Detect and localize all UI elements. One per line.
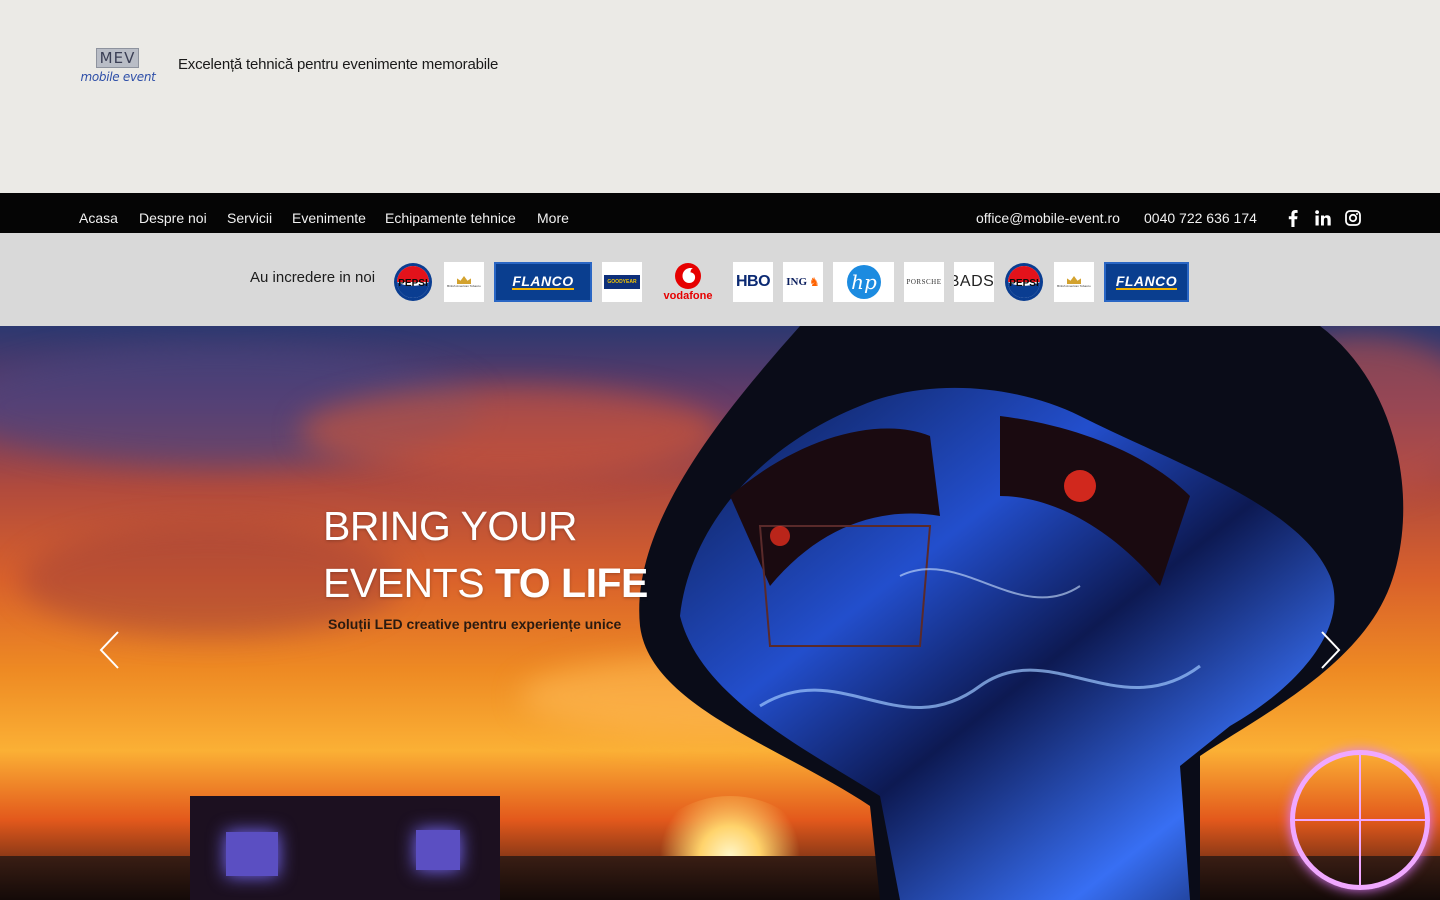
mev-logo[interactable]: MEV mobile event [80,48,156,88]
contact-email[interactable]: office@mobile-event.ro [976,210,1120,226]
porsche-logo: PORSCHE [904,262,944,302]
hbo-logo-text: HBO [735,273,771,290]
ing-lion-icon: ♞ [809,275,820,289]
nav-item-evenimente[interactable]: Evenimente [292,210,366,226]
facebook-icon[interactable] [1284,209,1302,227]
hp-logo: hp [833,262,894,302]
site-tagline: Excelență tehnică pentru evenimente memo… [178,56,499,73]
hero-heading-line2b: TO LIFE [494,560,648,606]
ing-logo-text: ING [786,276,807,288]
vodafone-logo-text: vodafone [663,290,713,302]
ing-logo: ING ♞ [783,262,823,302]
nav-item-servicii[interactable]: Servicii [227,210,272,226]
goodyear-logo: GOODYEAR [602,262,642,302]
chevron-right-icon [1321,631,1341,669]
slideshow-next-arrow[interactable] [1318,630,1342,670]
pepsi-logo: PEPSI [393,262,433,302]
flanco-logo-text: FLANCO [512,273,574,290]
clients-label: Au incredere in noi [250,269,376,286]
pepsi-logo-2-text: PEPSI [1009,278,1039,289]
nav-item-more[interactable]: More [537,210,569,226]
pepsi-logo-2: PEPSI [1004,262,1044,302]
bat-crown-icon [1067,276,1081,284]
contact-phone[interactable]: 0040 722 636 174 [1144,210,1257,226]
led-sculpture [639,326,1404,900]
hero-subtitle: Soluții LED creative pentru experiențe u… [328,616,622,632]
bat-logo: British American Tobacco [444,262,484,302]
vodafone-logo: vodafone [656,262,720,302]
clients-strip: Au incredere in noi PEPSI British Americ… [0,233,1440,326]
hp-logo-text: hp [851,270,877,294]
site-header: MEV mobile event Excelență tehnică pentr… [0,0,1440,193]
hero-heading-line1: BRING YOUR [323,503,577,549]
nav-item-echipamente-tehnice[interactable]: Echipamente tehnice [385,210,516,226]
vodafone-speechmark-icon [675,263,701,289]
bat-logo-text: British American Tobacco [447,284,481,288]
nav-item-acasa[interactable]: Acasa [79,210,118,226]
slideshow-prev-arrow[interactable] [98,630,122,670]
flanco-logo-2-text: FLANCO [1115,273,1178,290]
hero-slideshow: BRING YOUR EVENTS TO LIFE Soluții LED cr… [0,326,1440,900]
chevron-left-icon [99,631,119,669]
logo-subtitle: mobile event [80,70,156,84]
bat-crown-icon [457,276,471,284]
hbo-logo: HBO [733,262,773,302]
hero-heading: BRING YOUR EVENTS TO LIFE [323,498,648,612]
hero-heading-line2a: EVENTS [323,560,495,606]
linkedin-icon[interactable] [1314,209,1332,227]
nav-item-despre-noi[interactable]: Despre noi [139,210,207,226]
flanco-logo: FLANCO [494,262,592,302]
logo-mark: MEV [99,49,136,67]
instagram-icon[interactable] [1344,209,1362,227]
goodyear-logo-text: GOODYEAR [604,275,640,289]
main-navigation: Acasa Despre noi Servicii Evenimente Ech… [0,193,1440,233]
badsi-logo-text: BADSI [954,273,994,290]
flanco-logo-2: FLANCO [1104,262,1189,302]
porsche-logo-text: PORSCHE [906,278,942,286]
pepsi-logo-text: PEPSI [398,278,428,289]
bat-logo-2-text: British American Tobacco [1057,284,1091,288]
badsi-logo: BADSI [954,262,994,302]
bat-logo-2: British American Tobacco [1054,262,1094,302]
